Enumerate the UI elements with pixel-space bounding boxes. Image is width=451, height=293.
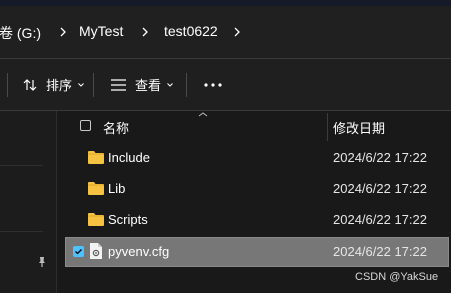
file-date-modified: 2024/6/22 17:22 — [333, 244, 427, 259]
command-bar: 排序 查看 — [0, 59, 451, 110]
toolbar-separator — [186, 73, 187, 97]
file-date-modified: 2024/6/22 17:22 — [333, 212, 427, 227]
column-resize-handle[interactable] — [327, 113, 328, 141]
file-row-scripts[interactable]: Scripts 2024/6/22 17:22 — [66, 206, 448, 234]
view-icon — [111, 78, 126, 91]
file-name: pyvenv.cfg — [108, 244, 170, 259]
more-options-button[interactable] — [203, 59, 223, 110]
folder-icon — [88, 213, 104, 226]
column-header-date-modified[interactable]: 修改日期 — [333, 118, 385, 137]
file-row-lib[interactable]: Lib 2024/6/22 17:22 — [66, 175, 448, 203]
sort-ascending-icon — [198, 112, 208, 117]
sort-icon — [23, 78, 37, 91]
view-button[interactable]: 查看 — [110, 59, 174, 110]
file-date-modified: 2024/6/22 17:22 — [333, 150, 427, 165]
more-icon — [204, 82, 222, 87]
toolbar-separator — [93, 73, 94, 97]
chevron-right-icon[interactable] — [57, 26, 69, 38]
chevron-down-icon — [167, 82, 173, 87]
select-all-checkbox[interactable] — [80, 120, 91, 131]
watermark: CSDN @YakSue — [355, 271, 439, 283]
breadcrumb-item-drive[interactable]: 卷 (G:) — [0, 23, 41, 43]
breadcrumb-item-mytest[interactable]: MyTest — [79, 23, 123, 39]
row-checkbox[interactable] — [73, 246, 84, 257]
file-name: Lib — [108, 181, 126, 196]
chevron-down-icon — [78, 82, 84, 87]
folder-icon — [88, 151, 104, 164]
sort-button[interactable]: 排序 — [22, 59, 85, 110]
nav-divider — [0, 165, 43, 166]
breadcrumb-item-test0622[interactable]: test0622 — [164, 23, 218, 39]
file-row-pyvenv-cfg[interactable]: pyvenv.cfg 2024/6/22 17:22 — [65, 237, 449, 267]
settings-file-icon — [90, 243, 102, 259]
folder-icon — [88, 182, 104, 195]
file-date-modified: 2024/6/22 17:22 — [333, 181, 427, 196]
view-label: 查看 — [135, 78, 162, 93]
file-name: Include — [108, 150, 150, 165]
nav-divider — [0, 231, 43, 232]
chevron-right-icon[interactable] — [231, 26, 243, 38]
column-header-name[interactable]: 名称 — [103, 118, 129, 137]
checkmark-icon — [75, 249, 82, 255]
file-row-include[interactable]: Include 2024/6/22 17:22 — [66, 144, 448, 172]
breadcrumb[interactable]: 卷 (G:) MyTest test0622 — [0, 6, 451, 58]
chevron-right-icon[interactable] — [139, 26, 151, 38]
file-name: Scripts — [108, 212, 148, 227]
pin-icon[interactable] — [36, 256, 48, 268]
file-explorer-window: 卷 (G:) MyTest test0622 排序 查看 名称 修改日期 Inc… — [0, 0, 451, 293]
toolbar-separator — [7, 73, 8, 97]
sort-label: 排序 — [46, 78, 73, 93]
